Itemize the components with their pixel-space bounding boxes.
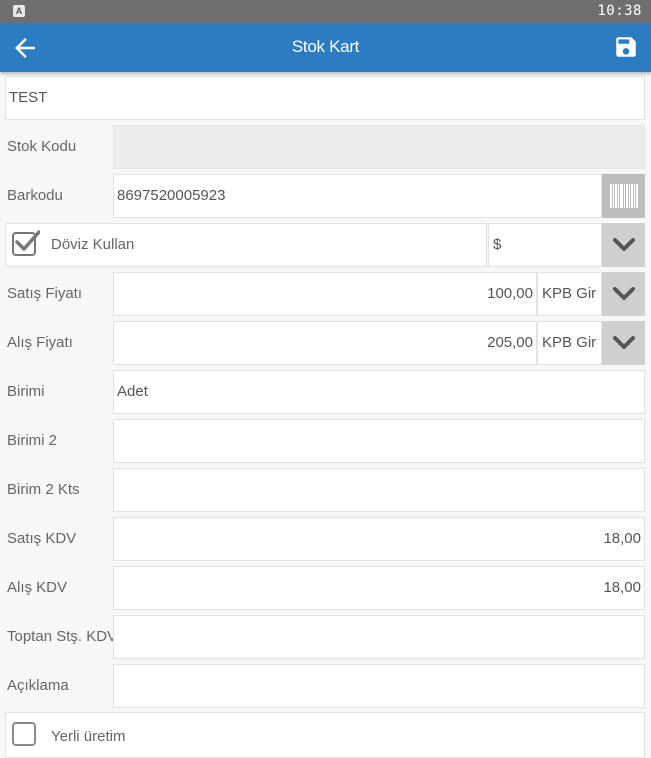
- currency-row: Döviz Kullan $: [0, 220, 651, 269]
- description-label: Açıklama: [7, 677, 69, 694]
- stock-name-row: TEST: [0, 73, 651, 122]
- sale-vat-label: Satış KDV: [7, 530, 77, 547]
- sale-vat-input[interactable]: 18,00: [113, 517, 645, 561]
- unit2-row: Birimi 2: [0, 416, 651, 465]
- stock-code-input[interactable]: [113, 125, 645, 169]
- sale-price-dropdown-button[interactable]: [602, 272, 645, 316]
- purchase-price-dropdown-button[interactable]: [602, 321, 645, 365]
- wholesale-vat-input[interactable]: [113, 615, 645, 659]
- purchase-vat-input[interactable]: 18,00: [113, 566, 645, 610]
- stock-code-row: Stok Kodu: [0, 122, 651, 171]
- sale-price-unit: KPB Gir: [542, 285, 597, 302]
- page-title: Stok Kart: [291, 37, 360, 56]
- currency-checkbox[interactable]: [12, 230, 40, 256]
- local-production-toggle[interactable]: Yerli üretim: [5, 712, 645, 758]
- purchase-vat-value: 18,00: [603, 579, 641, 596]
- purchase-price-input[interactable]: 205,00: [113, 321, 537, 365]
- currency-select[interactable]: $: [488, 223, 602, 267]
- barcode-label: Barkodu: [7, 187, 63, 204]
- barcode-input[interactable]: 8697520005923: [113, 174, 602, 218]
- save-icon[interactable]: [613, 34, 639, 60]
- barcode-icon: [610, 184, 638, 208]
- wholesale-vat-row: Toptan Stş. KDV: [0, 612, 651, 661]
- chevron-down-icon: [613, 238, 635, 251]
- sale-price-value: 100,00: [487, 285, 533, 302]
- chevron-down-icon: [613, 336, 635, 349]
- sale-vat-value: 18,00: [603, 530, 641, 547]
- checkmark-icon: [15, 230, 40, 251]
- stock-name-value: TEST: [9, 89, 48, 106]
- currency-value: $: [493, 236, 502, 253]
- currency-toggle[interactable]: Döviz Kullan: [5, 223, 487, 267]
- unit1-input[interactable]: Adet: [113, 370, 645, 414]
- barcode-value: 8697520005923: [117, 187, 226, 204]
- stock-name-input[interactable]: TEST: [5, 76, 645, 120]
- sale-price-unit-select[interactable]: KPB Gir: [537, 272, 602, 316]
- unit1-row: Birimi Adet: [0, 367, 651, 416]
- local-production-row: Yerli üretim: [0, 709, 651, 758]
- description-input[interactable]: [113, 664, 645, 708]
- purchase-vat-label: Alış KDV: [7, 579, 68, 596]
- unit2-label: Birimi 2: [7, 432, 58, 449]
- unit2-ratio-row: Birim 2 Kts: [0, 465, 651, 514]
- wholesale-vat-label: Toptan Stş. KDV: [7, 628, 113, 645]
- local-production-label: Yerli üretim: [51, 728, 126, 745]
- unit1-label: Birimi: [7, 383, 45, 400]
- currency-label: Döviz Kullan: [51, 236, 135, 253]
- purchase-price-unit-select[interactable]: KPB Gir: [537, 321, 602, 365]
- stock-code-label: Stok Kodu: [7, 138, 77, 155]
- chevron-down-icon: [613, 287, 635, 300]
- barcode-scan-button[interactable]: [602, 174, 645, 218]
- status-bar: A 10:38: [0, 0, 651, 23]
- purchase-price-value: 205,00: [487, 334, 533, 351]
- sale-vat-row: Satış KDV 18,00: [0, 514, 651, 563]
- purchase-price-row: Alış Fiyatı 205,00 KPB Gir: [0, 318, 651, 367]
- app-bar: Stok Kart: [0, 23, 651, 72]
- sale-price-label: Satış Fiyatı: [7, 285, 83, 302]
- purchase-price-unit: KPB Gir: [542, 334, 597, 351]
- barcode-row: Barkodu 8697520005923: [0, 171, 651, 220]
- purchase-price-label: Alış Fiyatı: [7, 334, 73, 351]
- app-notification-icon: A: [13, 5, 25, 17]
- description-row: Açıklama: [0, 661, 651, 710]
- unit2-ratio-label: Birim 2 Kts: [7, 481, 80, 498]
- unit2-input[interactable]: [113, 419, 645, 463]
- local-production-checkbox[interactable]: [12, 722, 36, 746]
- unit1-value: Adet: [117, 383, 148, 400]
- sale-price-row: Satış Fiyatı 100,00 KPB Gir: [0, 269, 651, 318]
- unit2-ratio-input[interactable]: [113, 468, 645, 512]
- currency-dropdown-button[interactable]: [602, 223, 645, 267]
- purchase-vat-row: Alış KDV 18,00: [0, 563, 651, 612]
- sale-price-input[interactable]: 100,00: [113, 272, 537, 316]
- clock: 10:38: [597, 3, 642, 19]
